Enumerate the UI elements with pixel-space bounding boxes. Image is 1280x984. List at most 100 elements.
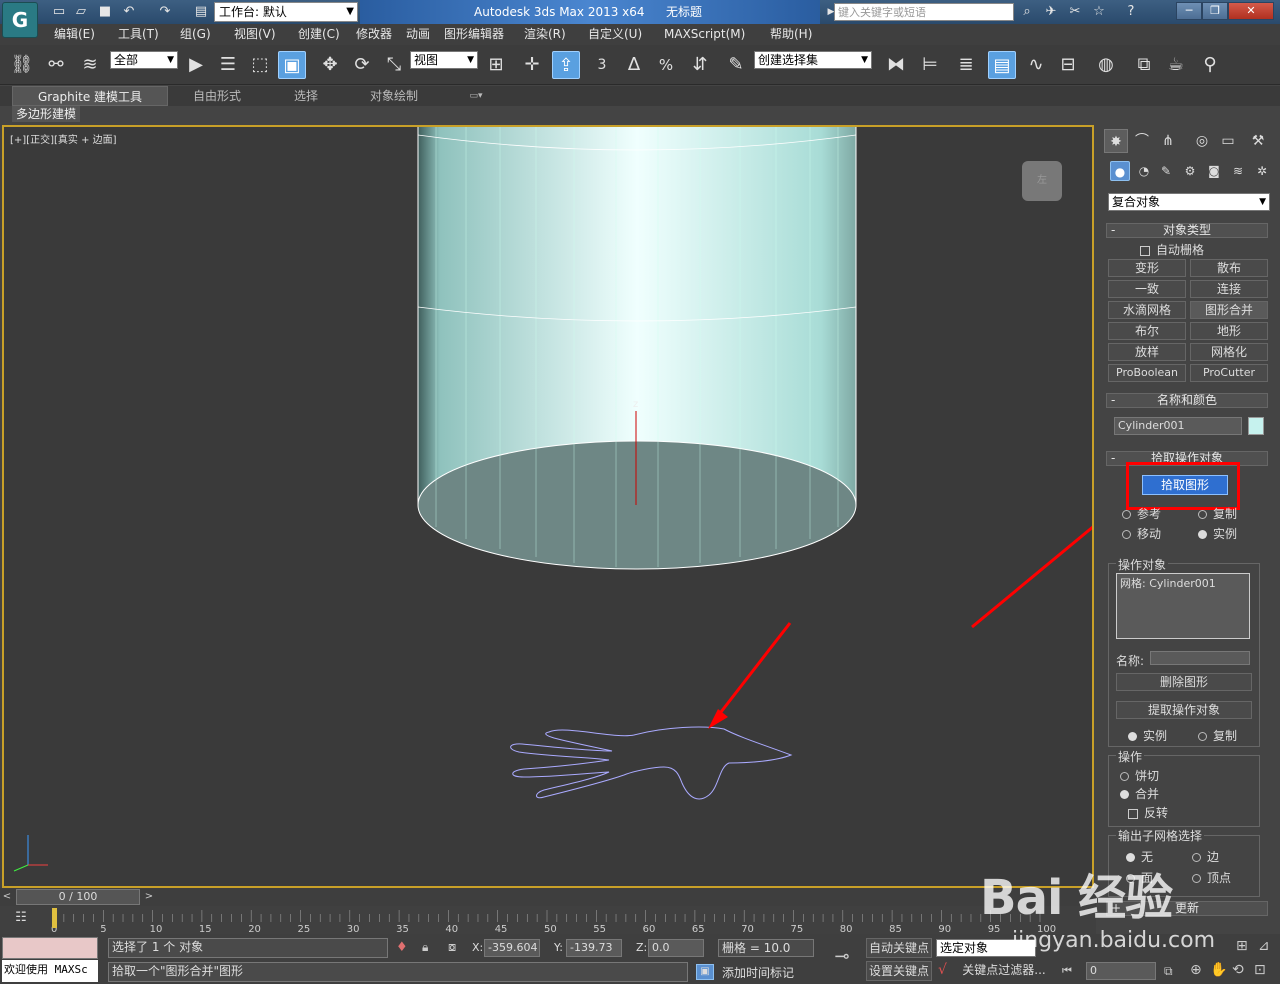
menu-group[interactable]: 组(G) xyxy=(180,24,211,45)
set-key-icon[interactable]: ⊸ xyxy=(824,946,860,974)
align-icon[interactable]: ⊨ xyxy=(916,51,944,79)
workspace-dropdown[interactable]: 工作台: 默认 ▼ xyxy=(214,2,358,22)
redo-icon[interactable]: ↷ xyxy=(156,3,174,21)
binoculars-icon[interactable]: ⌕ xyxy=(1018,3,1036,21)
edit-named-sel-icon[interactable]: ✎ xyxy=(722,51,750,79)
scale-icon[interactable]: ⤡ xyxy=(380,51,408,79)
absolute-mode-icon[interactable]: ⧇ xyxy=(448,940,456,955)
viewport-front[interactable]: [+][正交][真实 + 边面] 左 z xyxy=(2,125,1094,888)
object-type-rollout[interactable]: - 对象类型 xyxy=(1106,223,1268,238)
unlink-icon[interactable]: ⚯ xyxy=(42,51,70,79)
geometry-icon[interactable]: ● xyxy=(1110,161,1130,181)
maxscript-listener-mini[interactable] xyxy=(2,937,98,959)
menu-rendering[interactable]: 渲染(R) xyxy=(524,24,566,45)
open-file-icon[interactable]: ▱ xyxy=(72,3,90,21)
menu-maxscript[interactable]: MAXScript(M) xyxy=(664,24,745,45)
z-coord-field[interactable]: 0.0 xyxy=(648,939,704,957)
object-name-field[interactable]: Cylinder001 xyxy=(1114,417,1242,435)
rect-selection-icon[interactable]: ⬚ xyxy=(246,51,274,79)
angle-snap-icon[interactable]: ∆ xyxy=(620,51,648,79)
auto-key-button[interactable]: 自动关键点 xyxy=(866,938,932,958)
scatter-button[interactable]: 散布 xyxy=(1190,259,1268,277)
pan-icon[interactable]: ✋ xyxy=(1210,962,1227,978)
menu-view[interactable]: 视图(V) xyxy=(234,24,276,45)
undo-icon[interactable]: ↶ xyxy=(120,3,138,21)
operand-name-field[interactable] xyxy=(1150,651,1250,665)
merge-radio[interactable]: 合并 xyxy=(1120,785,1159,802)
material-editor-icon[interactable]: ◍ xyxy=(1092,51,1120,79)
time-tag-icon[interactable]: ▣ xyxy=(696,964,714,980)
spacewarps-icon[interactable]: ≋ xyxy=(1228,161,1248,181)
select-manipulate-icon[interactable]: ✛ xyxy=(518,51,546,79)
graphite-toggle-icon[interactable]: ▤ xyxy=(988,51,1016,79)
category-dropdown[interactable]: 复合对象 ▼ xyxy=(1108,193,1270,211)
tab-graphite[interactable]: Graphite 建模工具 xyxy=(12,86,168,106)
rotate-icon[interactable]: ⟳ xyxy=(348,51,376,79)
zoom-extents-icon[interactable]: ⊕ xyxy=(1190,962,1202,978)
utilities-tab-icon[interactable]: ⚒ xyxy=(1246,129,1270,153)
delete-shape-button[interactable]: 删除图形 xyxy=(1116,673,1252,691)
percent-snap-icon[interactable]: % xyxy=(652,51,680,79)
project-folder-icon[interactable]: ▤ xyxy=(192,3,210,21)
prev-frame-icon[interactable]: < xyxy=(0,889,14,905)
procutter-button[interactable]: ProCutter xyxy=(1190,364,1268,382)
key-filters-button[interactable]: 关键点过滤器... xyxy=(956,961,1052,981)
boolean-button[interactable]: 布尔 xyxy=(1108,322,1186,340)
blobmesh-button[interactable]: 水滴网格 xyxy=(1108,301,1186,319)
menu-customize[interactable]: 自定义(U) xyxy=(588,24,642,45)
welcome-field[interactable]: 欢迎使用 MAXSc xyxy=(2,960,98,982)
operand-item[interactable]: 网格: Cylinder001 xyxy=(1120,577,1216,590)
terrain-button[interactable]: 地形 xyxy=(1190,322,1268,340)
pivot-center-icon[interactable]: ⊞ xyxy=(482,51,510,79)
conform-button[interactable]: 一致 xyxy=(1108,280,1186,298)
time-slider-handle[interactable]: 0 / 100 xyxy=(16,889,140,905)
name-color-rollout[interactable]: - 名称和颜色 xyxy=(1106,393,1268,408)
mini-curve-editor-icon[interactable]: ☷ xyxy=(10,910,32,928)
app-logo-icon[interactable]: G xyxy=(2,2,38,38)
lock-icon[interactable]: 🔒︎ xyxy=(422,940,428,955)
window-crossing-icon[interactable]: ▣ xyxy=(278,51,306,79)
modify-tab-icon[interactable]: ⌒ xyxy=(1130,129,1154,153)
selection-filter-dropdown[interactable]: 全部 ▼ xyxy=(110,51,178,69)
ref-coord-dropdown[interactable]: 视图 ▼ xyxy=(410,51,478,69)
go-to-start-icon[interactable]: ⏮ xyxy=(1062,964,1072,978)
close-button[interactable]: ✕ xyxy=(1228,2,1274,20)
invert-checkbox[interactable]: 反转 xyxy=(1128,804,1168,821)
extract-operand-button[interactable]: 提取操作对象 xyxy=(1116,701,1252,719)
current-frame-field[interactable]: 0 xyxy=(1086,962,1156,980)
proboolean-button[interactable]: ProBoolean xyxy=(1108,364,1186,382)
create-tab-icon[interactable]: ✸ xyxy=(1104,129,1128,153)
y-coord-field[interactable]: -139.73 xyxy=(566,939,622,957)
display-tab-icon[interactable]: ▭ xyxy=(1216,129,1240,153)
tab-selection[interactable]: 选择 xyxy=(266,86,346,106)
set-key-button[interactable]: 设置关键点 xyxy=(866,961,932,981)
spinner-snap-icon[interactable]: ⇵ xyxy=(686,51,714,79)
cookie-cutter-radio[interactable]: 饼切 xyxy=(1120,767,1159,784)
move-icon[interactable]: ✥ xyxy=(316,51,344,79)
menu-create[interactable]: 创建(C) xyxy=(298,24,340,45)
menu-graph-editors[interactable]: 图形编辑器 xyxy=(444,24,504,45)
isolate-icon[interactable]: ♦ xyxy=(396,940,408,955)
search-input[interactable]: 键入关键字或短语 xyxy=(834,3,1014,21)
snap-toggle-icon[interactable]: 3 xyxy=(588,51,616,79)
favorites-icon[interactable]: ☆ xyxy=(1090,3,1108,21)
field-of-view-icon[interactable]: ⊿ xyxy=(1258,938,1270,954)
menu-tools[interactable]: 工具(T) xyxy=(118,24,159,45)
cameras-icon[interactable]: ⚙ xyxy=(1180,161,1200,181)
connect-button[interactable]: 连接 xyxy=(1190,280,1268,298)
shapes-icon[interactable]: ◔ xyxy=(1134,161,1154,181)
loft-button[interactable]: 放样 xyxy=(1108,343,1186,361)
subscription-icon[interactable]: ✈ xyxy=(1042,3,1060,21)
systems-icon[interactable]: ✲ xyxy=(1252,161,1272,181)
current-frame-marker[interactable] xyxy=(52,908,57,928)
communication-icon[interactable]: ✂ xyxy=(1066,3,1084,21)
menu-edit[interactable]: 编辑(E) xyxy=(54,24,95,45)
select-by-name-icon[interactable]: ☰ xyxy=(214,51,242,79)
extract-copy-radio[interactable]: 复制 xyxy=(1198,727,1237,744)
keyboard-shortcut-icon[interactable]: ⇪ xyxy=(552,51,580,79)
lights-icon[interactable]: ✎ xyxy=(1156,161,1176,181)
output-vertex-radio[interactable]: 顶点 xyxy=(1192,869,1231,886)
track-bar[interactable]: ☷ 0 5 10 15 20 25 30 35 40 45 50 55 60 65 70 75 80 85 90 95… xyxy=(0,906,1096,934)
minimize-button[interactable]: ─ xyxy=(1176,2,1202,20)
output-edge-radio[interactable]: 边 xyxy=(1192,848,1219,865)
